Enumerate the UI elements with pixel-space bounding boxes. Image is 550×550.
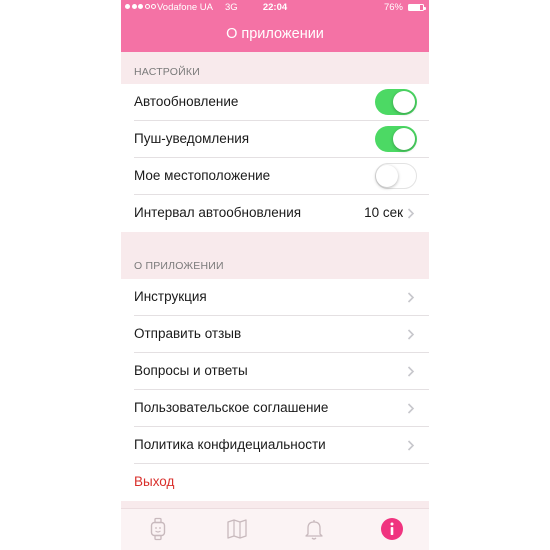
settings-group: Автообновление Пуш-уведомления Мое место… <box>121 84 429 232</box>
phone-screen: Vodafone UA 3G 22:04 76% О приложении НА… <box>121 0 429 550</box>
send-feedback-row[interactable]: Отправить отзыв <box>121 316 429 353</box>
push-notifications-label: Пуш-уведомления <box>134 131 250 146</box>
battery-tip <box>424 6 426 10</box>
status-bar: Vodafone UA 3G 22:04 76% <box>121 0 429 16</box>
navigation-bar: Vodafone UA 3G 22:04 76% О приложении <box>121 0 429 52</box>
update-interval-label: Интервал автообновления <box>134 205 302 220</box>
chevron-right-icon <box>407 292 415 303</box>
chevron-right-icon <box>407 329 415 340</box>
auto-update-toggle[interactable] <box>375 89 417 115</box>
logout-row[interactable]: Выход <box>121 464 429 501</box>
logout-button[interactable]: Выход <box>134 474 174 489</box>
section-header-label: НАСТРОЙКИ <box>134 66 200 78</box>
bell-icon[interactable] <box>302 517 326 541</box>
battery-percentage: 76% <box>383 2 403 13</box>
privacy-policy-row[interactable]: Политика конфидециальности <box>121 427 429 464</box>
location-toggle[interactable] <box>375 163 417 189</box>
battery-icon <box>408 4 426 11</box>
update-interval-row[interactable]: Интервал автообновления 10 сек <box>121 195 429 232</box>
push-notifications-row: Пуш-уведомления <box>121 121 429 158</box>
watch-icon[interactable] <box>146 517 170 541</box>
instructions-label: Инструкция <box>134 289 207 304</box>
user-agreement-row[interactable]: Пользовательское соглашение <box>121 390 429 427</box>
settings-section-header: НАСТРОЙКИ <box>121 54 429 84</box>
page-title: О приложении <box>226 26 324 42</box>
location-row: Мое местоположение <box>121 158 429 195</box>
faq-row[interactable]: Вопросы и ответы <box>121 353 429 390</box>
about-section-header: О ПРИЛОЖЕНИИ <box>121 248 429 278</box>
about-group: Инструкция Отправить отзыв Вопросы и отв… <box>121 279 429 501</box>
auto-update-row: Автообновление <box>121 84 429 121</box>
battery-level-fill <box>409 5 420 10</box>
auto-update-label: Автообновление <box>134 94 239 109</box>
map-icon[interactable] <box>225 517 249 541</box>
update-interval-value: 10 сек <box>364 205 403 220</box>
privacy-policy-label: Политика конфидециальности <box>134 437 326 452</box>
status-time: 22:04 <box>262 2 288 13</box>
section-header-label: О ПРИЛОЖЕНИИ <box>134 260 224 272</box>
instructions-row[interactable]: Инструкция <box>121 279 429 316</box>
chevron-right-icon <box>407 208 415 219</box>
toggle-knob <box>393 91 415 113</box>
info-icon[interactable] <box>380 517 404 541</box>
chevron-right-icon <box>407 440 415 451</box>
push-notifications-toggle[interactable] <box>375 126 417 152</box>
tab-bar <box>121 508 429 550</box>
faq-label: Вопросы и ответы <box>134 363 248 378</box>
location-label: Мое местоположение <box>134 168 271 183</box>
chevron-right-icon <box>407 403 415 414</box>
send-feedback-label: Отправить отзыв <box>134 326 242 341</box>
chevron-right-icon <box>407 366 415 377</box>
user-agreement-label: Пользовательское соглашение <box>134 400 329 415</box>
toggle-knob <box>376 164 398 187</box>
toggle-knob <box>393 128 415 150</box>
